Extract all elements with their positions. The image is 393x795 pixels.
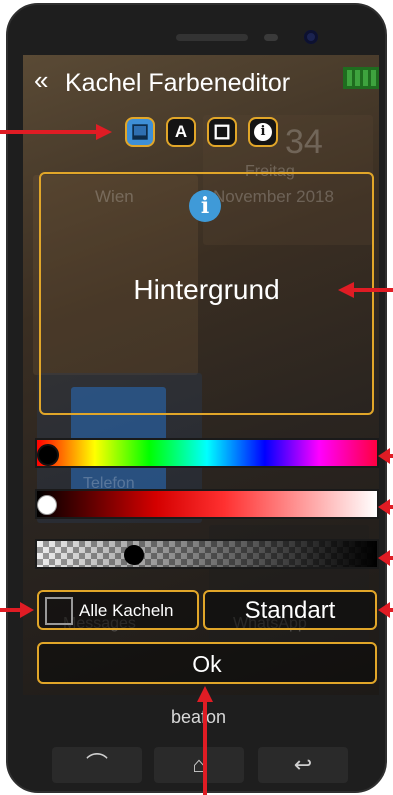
nav-call-button[interactable]: ⌒: [52, 747, 142, 783]
preview-label: Hintergrund: [133, 274, 280, 305]
speaker-grille: [176, 34, 248, 41]
mode-info-button[interactable]: i: [248, 117, 278, 147]
app-screen: 34 Freitag November 2018 Wien Telefon Me…: [23, 55, 379, 695]
default-button[interactable]: Standart: [203, 590, 377, 630]
page-title: Kachel Farbeneditor: [65, 69, 291, 97]
shade-slider[interactable]: [35, 489, 379, 519]
brand-logo: beafon: [170, 707, 227, 727]
back-chevron-icon[interactable]: «: [34, 67, 48, 93]
transparency-slider[interactable]: [35, 539, 379, 569]
mode-text-button[interactable]: A: [166, 117, 196, 147]
mode-background-button[interactable]: [125, 117, 155, 147]
transparency-slider-handle[interactable]: [124, 545, 144, 565]
default-button-label: Standart: [244, 597, 336, 624]
mode-border-button[interactable]: [207, 117, 237, 147]
battery-icon: [343, 67, 379, 89]
ok-button[interactable]: Ok: [37, 642, 377, 684]
info-icon[interactable]: i: [189, 190, 221, 222]
background-clock: 34: [285, 123, 323, 161]
letter-a-icon: A: [174, 122, 188, 141]
front-camera: [304, 30, 318, 44]
ok-button-label: Ok: [192, 651, 222, 677]
color-preview-panel: i Hintergrund: [39, 172, 374, 415]
header-bar: « Kachel Farbeneditor: [23, 55, 379, 105]
info-icon: i: [254, 123, 272, 141]
hue-slider[interactable]: [35, 438, 379, 468]
square-outline-icon: [214, 124, 230, 140]
nav-home-button[interactable]: ⌂: [154, 747, 244, 783]
nav-back-button[interactable]: ↩: [258, 747, 348, 783]
proximity-sensor: [264, 34, 278, 41]
hue-slider-handle[interactable]: [37, 444, 59, 466]
all-tiles-label: Alle Kacheln: [79, 601, 174, 620]
background-swatch-icon: [132, 124, 148, 140]
shade-slider-handle[interactable]: [37, 495, 57, 515]
all-tiles-toggle[interactable]: Alle Kacheln: [37, 590, 199, 630]
all-tiles-checkbox[interactable]: [45, 597, 73, 625]
